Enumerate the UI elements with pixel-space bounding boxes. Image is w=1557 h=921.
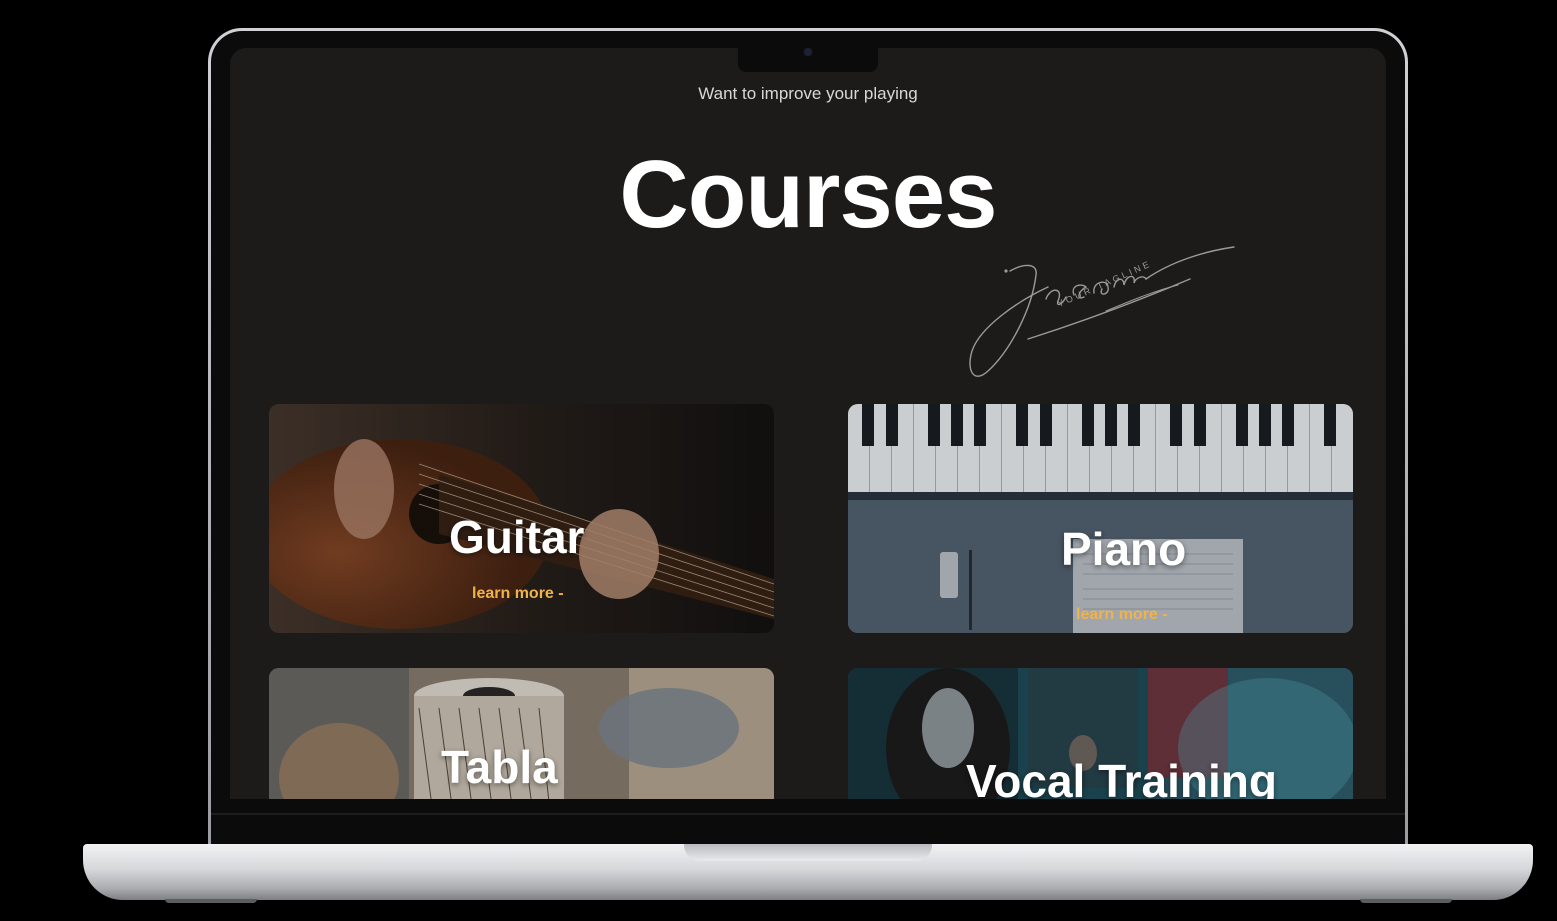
website-screen: Want to improve your playing Courses YOU… — [230, 48, 1386, 799]
bezel-seam — [211, 813, 1405, 815]
course-title: Vocal Training — [966, 755, 1277, 799]
learn-more-link[interactable]: learn more - — [472, 585, 564, 603]
course-card-guitar[interactable]: Guitar learn more - — [269, 404, 774, 633]
page-subtitle: Want to improve your playing — [698, 84, 918, 103]
learn-more-link[interactable]: learn more - — [1076, 606, 1168, 624]
signature-icon — [969, 246, 1235, 377]
course-title: Guitar — [449, 511, 585, 563]
course-card-piano[interactable]: Piano learn more - — [848, 404, 1353, 633]
piano-image — [848, 404, 1353, 633]
course-card-tabla[interactable]: Tabla — [269, 668, 774, 799]
signature-logo: YOUR TAGLINE — [958, 231, 1248, 391]
base-notch — [684, 844, 932, 861]
course-title: Tabla — [441, 741, 558, 793]
camera-icon — [804, 48, 812, 56]
laptop-mockup: Want to improve your playing Courses YOU… — [0, 0, 1557, 921]
camera-notch — [738, 48, 878, 72]
laptop-base — [83, 844, 1533, 900]
course-title: Piano — [1061, 523, 1187, 575]
laptop-foot-left — [165, 899, 257, 903]
course-card-vocal-training[interactable]: Vocal Training — [848, 668, 1353, 799]
lower-bezel — [211, 799, 1405, 845]
laptop-foot-right — [1360, 899, 1452, 903]
